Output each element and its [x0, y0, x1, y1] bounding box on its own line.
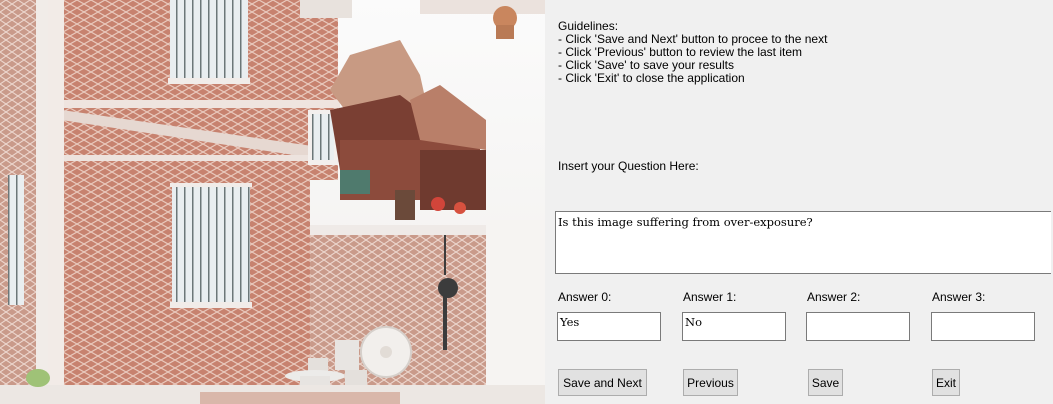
save-button[interactable]: Save [808, 369, 843, 396]
answer-1-input[interactable]: No [682, 312, 786, 341]
answer-3-label: Answer 3: [932, 290, 986, 304]
annotation-window: Guidelines: - Click 'Save and Next' butt… [0, 0, 1053, 404]
exit-button[interactable]: Exit [932, 369, 960, 396]
answer-1-label: Answer 1: [683, 290, 737, 304]
answer-0-label: Answer 0: [558, 290, 612, 304]
question-textarea[interactable]: Is this image suffering from over-exposu… [555, 211, 1051, 274]
answer-2-label: Answer 2: [807, 290, 861, 304]
guidelines-text: Guidelines: - Click 'Save and Next' butt… [558, 20, 827, 85]
image-preview [0, 0, 545, 404]
photo-courtyard [0, 0, 545, 404]
question-label: Insert your Question Here: [558, 159, 699, 173]
answer-2-input[interactable] [806, 312, 910, 341]
answer-3-input[interactable] [931, 312, 1035, 341]
previous-button[interactable]: Previous [683, 369, 738, 396]
save-and-next-button[interactable]: Save and Next [558, 369, 647, 396]
answer-0-input[interactable]: Yes [557, 312, 661, 341]
guideline-exit: - Click 'Exit' to close the application [558, 71, 745, 85]
